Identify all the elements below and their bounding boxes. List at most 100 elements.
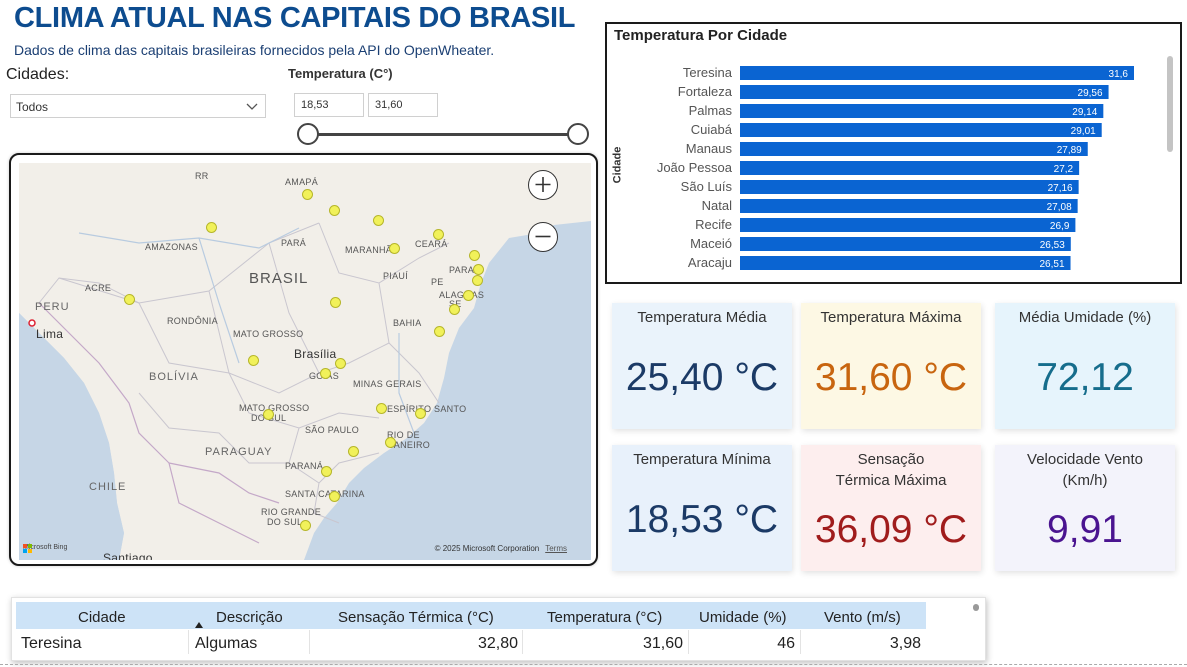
map-city-marker[interactable] <box>320 368 331 379</box>
map-city-marker[interactable] <box>472 275 483 286</box>
bar-value-label: 27,08 <box>1047 202 1072 213</box>
kpi-label: Velocidade Vento (Km/h) <box>1027 451 1143 489</box>
map-city-marker[interactable] <box>433 229 444 240</box>
map-label-chile: CHILE <box>89 481 127 493</box>
temperatura-filter-label: Temperatura (C°) <box>288 66 393 81</box>
temp-min-input[interactable]: 18,53 <box>294 93 364 117</box>
column-header-sensacao-termica[interactable]: Sensação Térmica (°C) <box>338 609 494 626</box>
map-city-marker[interactable] <box>389 243 400 254</box>
sort-ascending-icon[interactable] <box>195 622 203 628</box>
bar-category-label: Palmas <box>689 103 733 118</box>
zoom-out-button[interactable] <box>528 222 558 252</box>
chart-scrollbar[interactable] <box>1167 56 1173 152</box>
map-label-santiago: Santiago <box>103 551 153 560</box>
bar-value-label: 31,6 <box>1109 69 1129 80</box>
column-header-umidade[interactable]: Umidade (%) <box>699 609 787 626</box>
bar[interactable] <box>740 218 1076 232</box>
map-city-marker[interactable] <box>329 491 340 502</box>
map-city-marker[interactable] <box>376 403 387 414</box>
map-label-para: PARÁ <box>281 238 307 248</box>
bar[interactable] <box>740 66 1134 80</box>
bar[interactable] <box>740 237 1071 251</box>
map-city-marker[interactable] <box>302 189 313 200</box>
map-city-marker[interactable] <box>330 297 341 308</box>
cell-descricao: Algumas <box>195 635 258 652</box>
bar[interactable] <box>740 161 1080 175</box>
bar[interactable] <box>740 256 1071 270</box>
bar[interactable] <box>740 85 1109 99</box>
bar-category-label: Teresina <box>683 65 733 80</box>
temp-max-input[interactable]: 31,60 <box>368 93 438 117</box>
bar-category-label: Maceió <box>690 236 732 251</box>
temperatura-range-slider[interactable] <box>296 122 594 148</box>
zoom-in-button[interactable] <box>528 170 558 200</box>
map-city-marker[interactable] <box>335 358 346 369</box>
table-header-row: Cidade Descrição Sensação Térmica (°C) T… <box>16 602 926 629</box>
microsoft-logo-icon <box>23 544 32 553</box>
map-city-marker[interactable] <box>124 294 135 305</box>
map-city-marker[interactable] <box>300 520 311 531</box>
map-copyright: © 2025 Microsoft Corporation Terms <box>435 544 567 553</box>
kpi-temperatura-media: Temperatura Média 25,40 °C <box>612 303 792 429</box>
map-city-marker[interactable] <box>463 290 474 301</box>
bar-value-label: 29,01 <box>1071 126 1096 137</box>
cidades-dropdown[interactable]: Todos <box>10 94 266 118</box>
column-header-descricao[interactable]: Descrição <box>216 609 283 626</box>
map-city-marker[interactable] <box>415 408 426 419</box>
page-title: CLIMA ATUAL NAS CAPITAIS DO BRASIL <box>14 2 576 34</box>
kpi-label: Sensação Térmica Máxima <box>835 451 947 489</box>
cell-temperatura: 31,60 <box>642 635 683 652</box>
cidades-label: Cidades: <box>6 66 70 83</box>
cell-umidade: 46 <box>777 635 795 652</box>
kpi-value: 72,12 <box>1036 356 1134 399</box>
bar-category-label: João Pessoa <box>657 160 733 175</box>
map-city-marker[interactable] <box>373 215 384 226</box>
map-canvas[interactable]: RR AMAPÁ AMAZONAS PARÁ MARANHÃO CEARÁ PI… <box>19 163 591 560</box>
map-city-marker[interactable] <box>321 466 332 477</box>
bar-value-label: 29,14 <box>1072 107 1097 118</box>
slider-min-handle[interactable] <box>297 123 319 145</box>
kpi-value: 25,40 °C <box>625 356 779 399</box>
bar[interactable] <box>740 142 1088 156</box>
bar-value-label: 27,2 <box>1054 164 1074 175</box>
map-land <box>19 163 591 560</box>
lima-marker-icon <box>28 319 36 327</box>
map-city-marker[interactable] <box>348 446 359 457</box>
cell-vento: 3,98 <box>889 635 921 652</box>
map-city-marker[interactable] <box>434 326 445 337</box>
column-header-temperatura[interactable]: Temperatura (°C) <box>547 609 662 626</box>
bar[interactable] <box>740 123 1102 137</box>
map-city-marker[interactable] <box>263 409 274 420</box>
terms-link[interactable]: Terms <box>545 544 567 553</box>
map-label-rio-grande-1: RIO GRANDE <box>261 507 322 517</box>
column-divider <box>188 630 189 654</box>
bar[interactable] <box>740 180 1079 194</box>
map-city-marker[interactable] <box>248 355 259 366</box>
cell-sensacao-termica: 32,80 <box>477 635 518 652</box>
map-city-marker[interactable] <box>473 264 484 275</box>
table-scrollbar[interactable] <box>973 604 979 611</box>
map-visual: RR AMAPÁ AMAZONAS PARÁ MARANHÃO CEARÁ PI… <box>9 153 598 566</box>
map-label-sao-paulo: SÃO PAULO <box>305 425 360 435</box>
map-city-marker[interactable] <box>385 437 396 448</box>
bar[interactable] <box>740 199 1078 213</box>
kpi-label: Temperatura Média <box>637 309 767 326</box>
map-label-pe: PE <box>431 277 444 287</box>
map-label-brasilia: Brasília <box>294 347 337 361</box>
map-city-marker[interactable] <box>469 250 480 261</box>
bar-category-label: São Luís <box>681 179 733 194</box>
map-label-parana: PARANÁ <box>285 461 324 471</box>
column-header-cidade[interactable]: Cidade <box>78 609 126 626</box>
slider-max-handle[interactable] <box>567 123 589 145</box>
column-header-vento[interactable]: Vento (m/s) <box>824 609 901 626</box>
chevron-down-icon <box>246 103 258 110</box>
column-divider <box>522 630 523 654</box>
map-label-ceara: CEARÁ <box>415 239 448 249</box>
map-city-marker[interactable] <box>329 205 340 216</box>
map-city-marker[interactable] <box>206 222 217 233</box>
map-label-bahia: BAHIA <box>393 318 422 328</box>
map-city-marker[interactable] <box>449 304 460 315</box>
bar-category-label: Cuiabá <box>691 122 733 137</box>
bar[interactable] <box>740 104 1104 118</box>
map-label-peru: PERU <box>35 301 70 313</box>
